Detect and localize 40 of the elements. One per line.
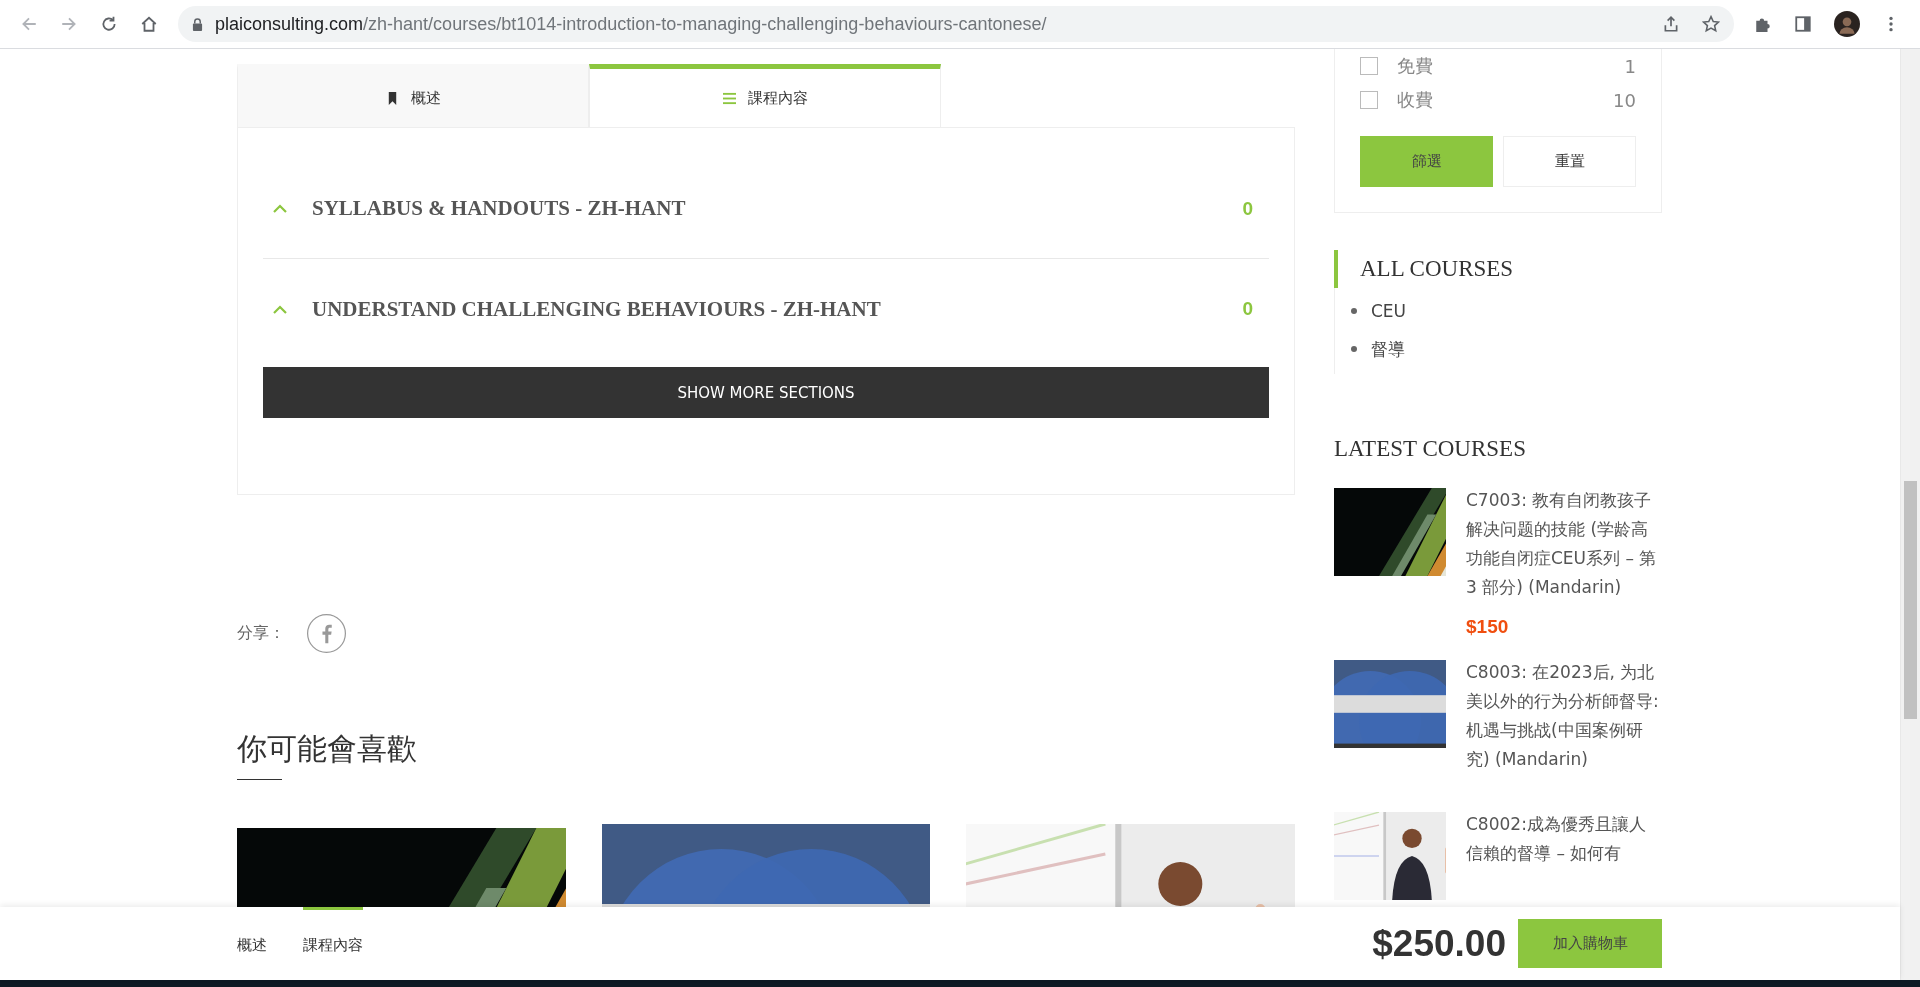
- widget-title: ALL COURSES: [1334, 250, 1662, 288]
- address-bar[interactable]: plaiconsulting.com/zh-hant/courses/bt1014-introduction-to-managing-challenging-behaviours-cantonese/: [178, 6, 1734, 42]
- filter-button[interactable]: 篩選: [1360, 136, 1493, 187]
- option-count: 1: [1624, 55, 1636, 77]
- category-link[interactable]: 督導: [1371, 337, 1405, 361]
- section-title[interactable]: UNDERSTAND CHALLENGING BEHAVIOURS - ZH-HANT: [312, 296, 1243, 322]
- widget-title: LATEST COURSES: [1334, 436, 1527, 462]
- share-label: 分享：: [237, 623, 285, 644]
- tab[interactable]: 概述: [237, 64, 589, 127]
- course-price: $150: [1466, 616, 1510, 638]
- home-icon[interactable]: [140, 15, 158, 33]
- star-icon[interactable]: [1702, 15, 1720, 33]
- section-heading: 你可能會喜歡: [237, 731, 418, 767]
- url-text: plaiconsulting.com/zh-hant/courses/bt1014-introduction-to-managing-challenging-behaviours-cantonese/: [215, 13, 1047, 35]
- tab[interactable]: 課程內容: [589, 64, 941, 127]
- option-count: 10: [1613, 89, 1636, 111]
- filter-option-label[interactable]: 收費: [1397, 88, 1614, 112]
- list-icon: [722, 91, 736, 105]
- side-panel-icon[interactable]: [1794, 15, 1812, 33]
- lesson-count: 0: [1242, 298, 1253, 320]
- add-to-cart-button[interactable]: 加入購物車: [1518, 919, 1662, 968]
- avatar-icon[interactable]: [1834, 11, 1860, 37]
- reset-button[interactable]: 重置: [1503, 136, 1636, 187]
- checkbox[interactable]: [1360, 57, 1378, 75]
- course-title-link[interactable]: C8002:成為優秀且讓人信賴的督導 – 如何有: [1466, 810, 1662, 868]
- checkbox[interactable]: [1360, 91, 1378, 109]
- section-title[interactable]: SYLLABUS & HANDOUTS - ZH-HANT: [312, 196, 1243, 221]
- show-more-button[interactable]: SHOW MORE SECTIONS: [263, 367, 1269, 418]
- course-title-link[interactable]: C8003: 在2023后, 为北美以外的行为分析師督导: 机遇与挑战(中国案例研究) (Mandarin): [1466, 658, 1662, 774]
- nav-link[interactable]: 概述: [237, 907, 267, 980]
- category-link[interactable]: CEU: [1371, 301, 1407, 321]
- share-icon[interactable]: [1662, 15, 1680, 33]
- lock-icon: [192, 17, 203, 31]
- filter-option-label[interactable]: 免費: [1397, 54, 1625, 78]
- course-title-link[interactable]: C7003: 教有自闭教孩子解决问题的技能 (学龄高功能自闭症CEU系列 – 第 3 部分) (Mandarin): [1466, 486, 1662, 602]
- lesson-count: 0: [1242, 197, 1253, 220]
- facebook-icon[interactable]: [307, 614, 346, 653]
- scrollbar[interactable]: [1900, 49, 1920, 980]
- reload-icon[interactable]: [100, 15, 118, 33]
- course-price: $250.00: [1372, 922, 1506, 965]
